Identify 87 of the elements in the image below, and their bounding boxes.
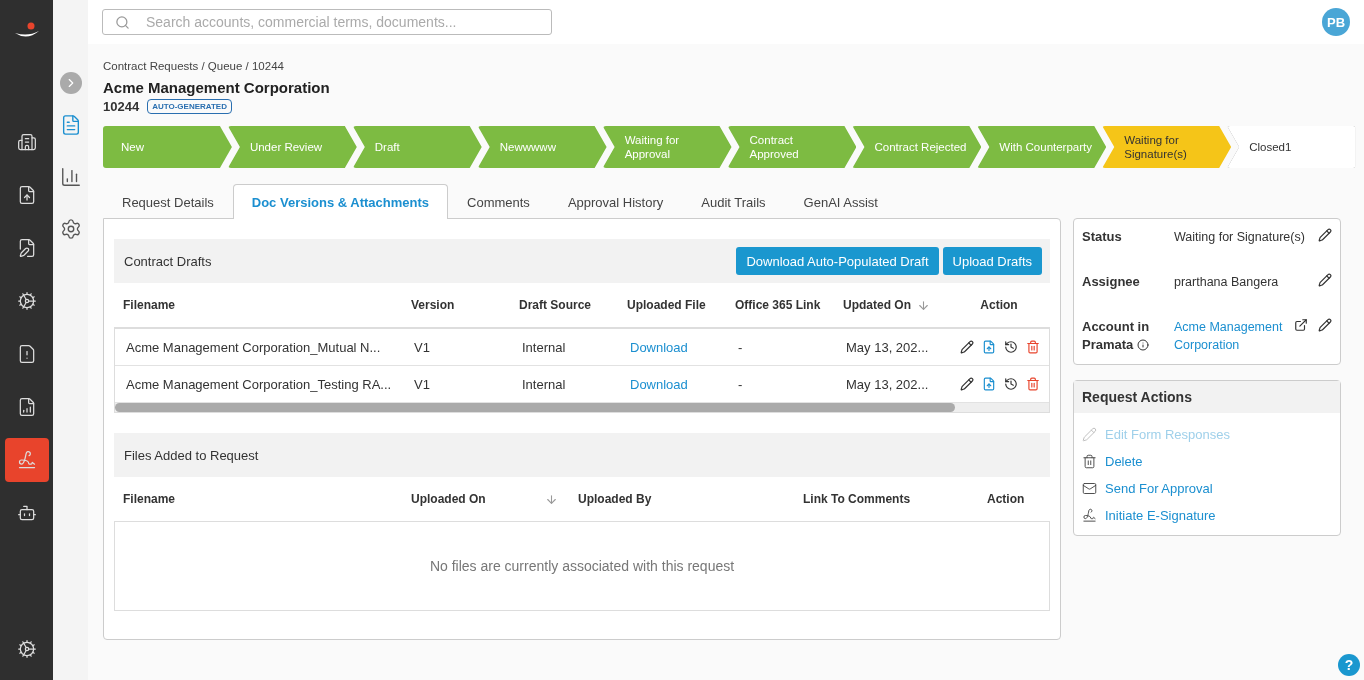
field-label: Account in Pramata [1082,318,1151,354]
tab[interactable]: Doc Versions & Attachments [232,184,448,219]
column-header[interactable]: Uploaded On [411,492,486,506]
sort-icon[interactable] [917,298,930,312]
page-title: Acme Management Corporation [103,79,331,96]
column-header: Filename [123,492,176,506]
info-icon[interactable] [1137,339,1150,351]
history-icon[interactable] [1004,340,1018,354]
download-link[interactable]: Download [630,340,688,355]
nav-icon [16,132,37,152]
table-cell-text: - [738,376,744,392]
table-cell-text: V1 [414,339,431,355]
nav-icon [16,291,37,311]
edit-icon[interactable] [960,340,974,354]
field-value: Waiting for Signature(s) [1174,229,1306,246]
stage-step: Contract Approved [727,126,857,168]
edit-icon[interactable] [1318,318,1332,332]
nav-icon [16,450,37,470]
open-window-icon[interactable] [1294,318,1308,332]
search-field[interactable]: Search accounts, commercial terms, documents... [102,9,552,35]
action-link[interactable]: Initiate E-Signature [1082,502,1332,529]
tab[interactable]: Comments [448,184,549,219]
download-link[interactable]: Download [630,377,688,392]
stage-step: Under Review [227,126,357,168]
column-header: Action [987,492,1025,506]
table-cell-text: May 13, 202... [846,339,930,355]
action-link[interactable]: Send For Approval [1082,475,1332,502]
account-link[interactable]: Acme Management Corporation [1174,318,1290,354]
edit-icon[interactable] [1318,273,1332,287]
stage-step: With Counterparty [977,126,1107,168]
stage-step: Contract Rejected [852,126,982,168]
nav-icon [16,503,37,523]
search-icon [115,14,130,30]
column-header[interactable]: Draft Source [519,298,592,312]
column-header[interactable]: Version [411,298,455,312]
column-header[interactable]: Office 365 Link [735,298,821,312]
sub-nav-icon[interactable] [59,166,82,188]
table-cell-text: Internal [522,376,567,392]
field-value: prarthana Bangera [1174,274,1280,291]
sort-icon[interactable] [545,492,558,506]
field-label: Assignee [1082,273,1141,291]
edit-icon[interactable] [960,377,974,391]
table-cell-text: Acme Management Corporation_Mutual N... [126,339,382,355]
breadcrumb: Contract Requests / Queue / 10244 [103,60,285,72]
stage-step: Waiting for Approval [602,126,732,168]
file-upload-icon[interactable] [982,377,996,391]
stage-step: Newwwww [477,126,607,168]
tab[interactable]: GenAI Assist [784,184,897,219]
edit-icon[interactable] [1318,228,1332,242]
stage-step: New [103,126,232,168]
request-id: 10244 [103,99,140,114]
column-header[interactable]: Uploaded File [627,298,706,312]
auto-generated-badge: AUTO-GENERATED [147,99,232,114]
table-cell-text: - [738,339,744,355]
column-header: Uploaded By [578,492,652,506]
tab[interactable]: Request Details [103,184,233,219]
table-cell-text: V1 [414,376,431,392]
column-header: Action [979,298,1019,312]
scrollbar[interactable] [115,403,1049,412]
column-header[interactable]: Filename [123,298,176,312]
action-icon [1082,481,1097,496]
sub-nav-icon[interactable] [59,218,82,240]
action-icon [1082,508,1097,523]
tab[interactable]: Audit Trails [682,184,785,219]
stage-step: Waiting for Signature(s) [1102,126,1232,168]
delete-icon[interactable] [1026,377,1040,391]
table-cell-text: May 13, 202... [846,376,930,392]
action-link[interactable]: Delete [1082,448,1332,475]
section-title: Files Added to Request [124,447,259,463]
tab[interactable]: Approval History [548,184,683,219]
empty-message: No files are currently associated with this request [429,558,735,574]
stage-step: Draft [352,126,482,168]
table-cell-text: Internal [522,339,567,355]
file-upload-icon[interactable] [982,340,996,354]
column-header[interactable]: Updated On [843,298,911,312]
panel-title: Request Actions [1082,389,1192,405]
action-icon [1082,427,1097,442]
nav-item[interactable] [4,438,49,482]
table-cell-text: Acme Management Corporation_Testing RA... [126,376,393,392]
column-header: Link To Comments [803,492,911,506]
history-icon[interactable] [1004,377,1018,391]
stage-step: Closed1 [1227,126,1357,168]
action-icon [1082,454,1097,469]
field-label: Status [1082,228,1123,246]
delete-icon[interactable] [1026,340,1040,354]
section-title: Contract Drafts [124,253,212,269]
settings-icon[interactable] [16,639,37,659]
